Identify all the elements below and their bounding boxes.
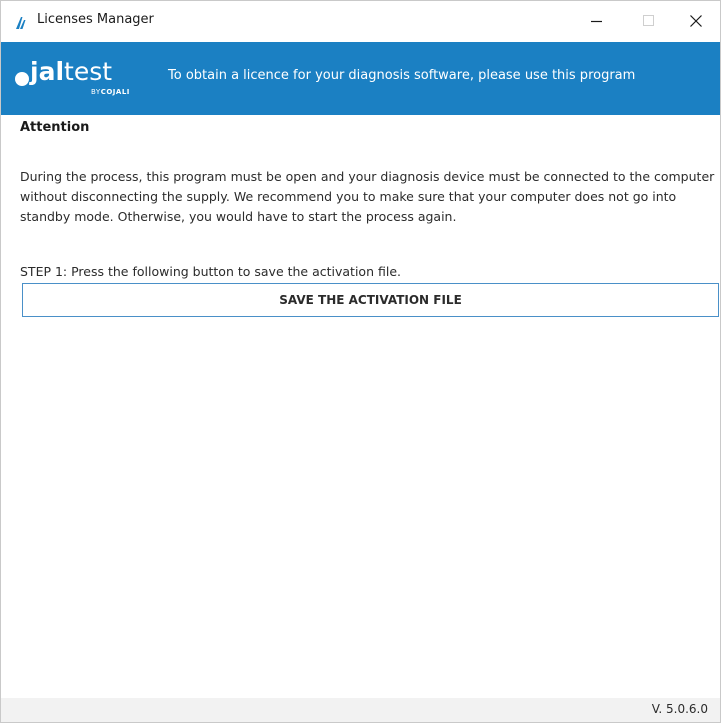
licenses-manager-window: Licenses Manager jaltest BYCOJALI To obt… bbox=[0, 0, 721, 723]
jaltest-logo: jaltest BYCOJALI bbox=[15, 57, 145, 102]
close-button[interactable] bbox=[673, 1, 719, 42]
minimize-button[interactable] bbox=[574, 1, 620, 42]
header-banner: jaltest BYCOJALI To obtain a licence for… bbox=[1, 42, 720, 115]
logo-dot-icon bbox=[15, 72, 29, 86]
title-bar[interactable]: Licenses Manager bbox=[1, 1, 720, 42]
maximize-button[interactable] bbox=[626, 1, 672, 42]
logo-wordmark: jaltest bbox=[30, 57, 113, 86]
version-label: V. 5.0.6.0 bbox=[651, 702, 708, 716]
attention-heading: Attention bbox=[20, 120, 90, 135]
save-activation-file-button[interactable]: SAVE THE ACTIVATION FILE bbox=[22, 283, 719, 317]
instructions-paragraph: During the process, this program must be… bbox=[20, 169, 715, 224]
close-icon bbox=[690, 15, 702, 27]
jaltest-app-icon bbox=[14, 15, 28, 29]
logo-byline: BYCOJALI bbox=[91, 88, 130, 96]
step1-label: STEP 1: Press the following button to sa… bbox=[20, 264, 401, 279]
minimize-icon bbox=[591, 20, 602, 23]
banner-tagline: To obtain a licence for your diagnosis s… bbox=[168, 68, 636, 83]
status-bar: V. 5.0.6.0 bbox=[1, 698, 720, 722]
maximize-icon bbox=[643, 15, 654, 26]
window-title: Licenses Manager bbox=[37, 12, 154, 27]
